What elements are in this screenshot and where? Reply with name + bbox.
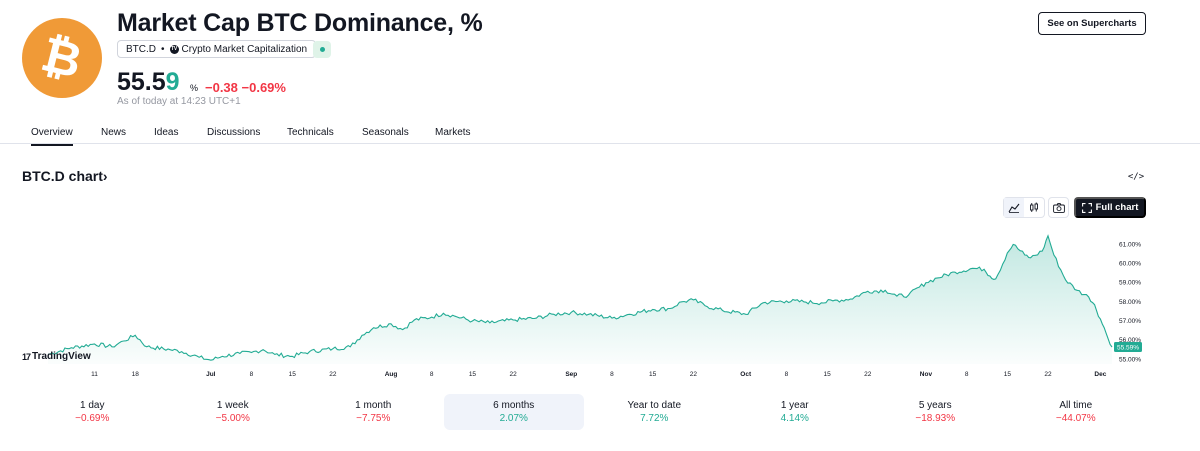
x-tick-label: Aug [385,371,398,378]
period-label: Year to date [627,400,682,411]
y-tick-label: 59.00% [1119,280,1141,287]
period-label: 1 day [80,400,105,411]
status-dot-icon [319,47,325,52]
period-label: 5 years [918,400,952,411]
area-chart-icon [1008,203,1020,213]
x-tick-label: Jul [206,371,216,378]
candlestick-icon [1030,202,1038,212]
y-tick-label: 55.00% [1119,356,1141,363]
y-tick-label: 61.00% [1119,241,1141,248]
watermark-text: TradingView [32,351,91,362]
market-status-indicator[interactable] [313,41,331,58]
tab-bar: Overview News Ideas Discussions Technica… [0,122,1200,146]
y-tick-label: 57.00% [1119,318,1141,325]
tradingview-source-icon: TV [169,44,179,54]
period-label: 1 year [780,400,809,411]
period-change: −7.75% [356,413,391,424]
price-unit: % [190,83,199,93]
area-fill [48,235,1112,364]
period-1-year[interactable]: 1 year 4.14% [725,394,866,430]
symbol-ticker: BTC.D [126,43,156,55]
x-tick-label: 8 [610,371,614,378]
period-change: −18.93% [915,413,956,424]
expand-icon [1081,202,1092,213]
price-last-digit: 9 [165,68,180,96]
period-label: 1 month [355,400,392,411]
chevron-right-icon: › [102,168,108,184]
x-tick-label: 11 [91,371,98,378]
x-tick-label: 22 [329,371,337,378]
period-label: 6 months [493,400,535,411]
x-tick-label: 15 [1004,371,1012,378]
price-main: 55.5 [117,68,166,96]
period-change: 2.07% [499,413,528,424]
x-tick-label: 22 [864,371,872,378]
x-tick-label: 22 [1044,371,1052,378]
period-change: −0.69% [75,413,110,424]
tab-overview[interactable]: Overview [31,127,73,146]
camera-icon [1052,202,1065,213]
tradingview-logo-icon: 17 [22,351,31,362]
x-tick-label: 8 [965,371,969,378]
x-tick-label: 8 [785,371,789,378]
chart-style-switcher [1003,197,1045,218]
x-tick-label: 15 [823,371,831,378]
period-year-to-date[interactable]: Year to date 7.72% [584,394,725,430]
screenshot-button[interactable] [1048,197,1069,218]
last-price: 55.59 [117,68,180,97]
btc-dominance-chart[interactable]: 61.00%60.00%59.00%58.00%57.00%56.00%55.0… [0,222,1200,382]
x-tick-label: 8 [430,371,434,378]
period-change: −5.00% [215,413,250,424]
last-value-label: 55.59% [1117,345,1139,352]
tab-news[interactable]: News [101,127,126,138]
period-change: 7.72% [640,413,669,424]
period-change: 4.14% [780,413,809,424]
x-tick-label: 15 [649,371,657,378]
x-tick-label: Oct [740,371,752,378]
x-tick-label: Sep [565,371,577,378]
x-tick-label: 15 [469,371,477,378]
tradingview-watermark: 17 TradingView [22,351,91,362]
chart-title-text: BTC.D chart [22,168,103,184]
symbol-source-pill[interactable]: BTC.D • TV Crypto Market Capitalization [117,40,317,58]
x-tick-label: Nov [920,371,933,378]
period-label: All time [1059,400,1093,411]
embed-code-button[interactable]: </> [1126,168,1146,185]
x-tick-label: 22 [510,371,518,378]
period-5-years[interactable]: 5 years −18.93% [865,394,1006,430]
timestamp: As of today at 14:23 UTC+1 [117,96,241,107]
full-chart-label: Full chart [1095,202,1139,213]
x-tick-label: 18 [132,371,140,378]
y-tick-label: 58.00% [1119,299,1141,306]
x-tick-label: Dec [1094,371,1106,378]
tab-discussions[interactable]: Discussions [207,127,260,138]
y-tick-label: 60.00% [1119,261,1141,268]
x-tick-label: 22 [690,371,698,378]
full-chart-button[interactable]: Full chart [1074,197,1146,218]
period-label: 1 week [216,400,249,411]
x-tick-label: 15 [289,371,297,378]
tab-markets[interactable]: Markets [435,127,471,138]
period-1-day[interactable]: 1 day −0.69% [22,394,163,430]
area-style-button[interactable] [1004,198,1024,217]
tab-ideas[interactable]: Ideas [154,127,178,138]
candles-style-button[interactable] [1024,198,1044,217]
chart-section-title[interactable]: BTC.D chart› [22,168,108,184]
x-tick-label: 8 [250,371,254,378]
price-change: −0.38 −0.69% [205,80,286,95]
page-title: Market Cap BTC Dominance, % [117,9,483,37]
bitcoin-logo-icon: ₿ [22,18,102,98]
source-name: Crypto Market Capitalization [181,43,308,55]
period-1-month[interactable]: 1 month −7.75% [303,394,444,430]
period-all-time[interactable]: All time −44.07% [1006,394,1147,430]
see-on-supercharts-button[interactable]: See on Supercharts [1038,12,1146,35]
period-6-months[interactable]: 6 months 2.07% [443,394,584,430]
tab-seasonals[interactable]: Seasonals [362,127,409,138]
tab-technicals[interactable]: Technicals [287,127,334,138]
period-performance-bar: 1 day −0.69% 1 week −5.00% 1 month −7.75% 6 mo… [22,394,1146,430]
period-change: −44.07% [1055,413,1096,424]
separator-dot: • [161,43,165,55]
period-1-week[interactable]: 1 week −5.00% [163,394,304,430]
